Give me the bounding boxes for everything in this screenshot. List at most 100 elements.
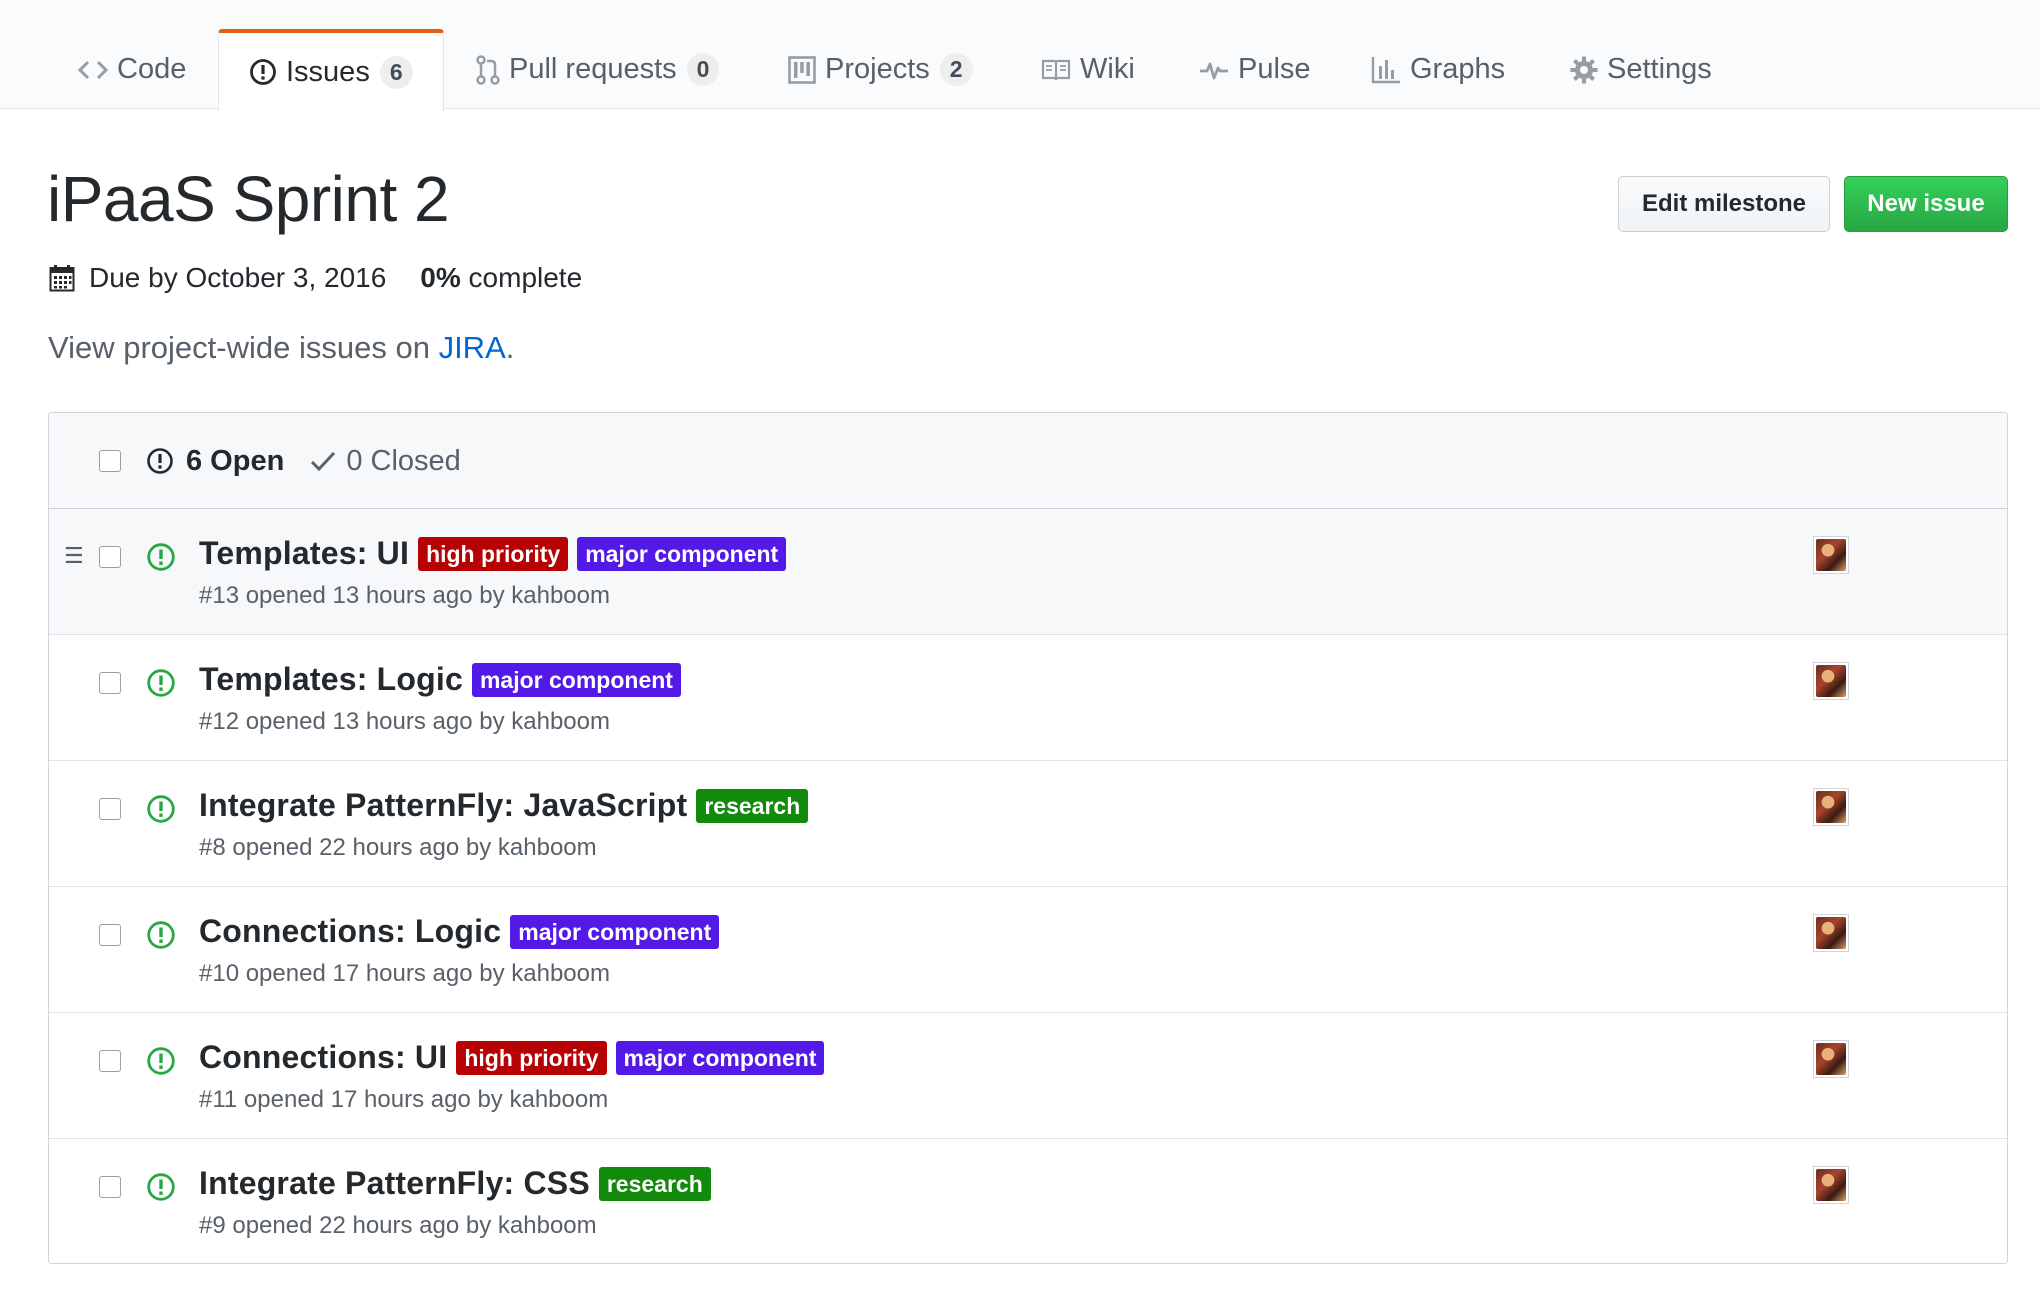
issue-meta: #9 opened 22 hours ago by kahboom (199, 1212, 597, 1239)
issue-meta: #10 opened 17 hours ago by kahboom (199, 960, 610, 987)
issue-opened-icon (147, 543, 175, 571)
tab-issues[interactable]: Issues 6 (218, 29, 444, 111)
issue-opened-icon (147, 669, 175, 697)
tab-label: Pulse (1238, 53, 1311, 85)
issue-row[interactable]: Integrate PatternFly: CSS research #9 open… (49, 1139, 2007, 1263)
issue-row[interactable]: ☰ Templates: UI high priority major compone… (49, 509, 2007, 635)
calendar-icon (49, 264, 75, 292)
issue-row[interactable]: Integrate PatternFly: JavaScript research… (49, 761, 2007, 887)
tab-label: Pull requests (509, 53, 677, 85)
issue-title-link[interactable]: Connections: UI (199, 1039, 447, 1076)
issue-opened-icon (147, 795, 175, 823)
jira-link[interactable]: JIRA (439, 330, 506, 365)
issue-label-major[interactable]: major component (577, 536, 787, 571)
tab-label: Projects (825, 53, 930, 85)
milestone-description: View project-wide issues on JIRA. (48, 330, 514, 366)
issue-checkbox[interactable] (99, 1050, 121, 1072)
milestone-percent: 0% (420, 262, 461, 293)
repo-nav-tabs: Code Issues 6 Pull requests 0 Projects 2… (0, 0, 2040, 111)
tab-label: Issues (286, 55, 370, 88)
issue-label-major[interactable]: major component (471, 662, 681, 697)
tab-code[interactable]: Code (78, 29, 186, 110)
avatar-image (1816, 539, 1846, 571)
issue-opened-icon (147, 921, 175, 949)
issue-label-high[interactable]: high priority (418, 536, 569, 571)
assignee-avatar[interactable] (1813, 662, 1849, 700)
milestone-meta: Due by October 3, 2016 0% complete (49, 262, 582, 294)
milestone-due-date: Due by October 3, 2016 (89, 262, 387, 293)
tab-wiki[interactable]: Wiki (1041, 29, 1135, 110)
projects-counter: 2 (939, 53, 973, 86)
issue-title-line: Integrate PatternFly: JavaScript research (199, 787, 809, 824)
issue-opened-icon (249, 58, 277, 86)
issue-title-link[interactable]: Templates: UI (199, 535, 409, 572)
issue-opened-icon (147, 1047, 175, 1075)
open-count-label: 6 Open (186, 444, 285, 477)
graph-icon (1371, 56, 1401, 84)
avatar-image (1816, 1043, 1846, 1075)
project-icon (788, 55, 816, 84)
closed-issues-filter[interactable]: 0 Closed (310, 444, 461, 478)
issue-checkbox[interactable] (99, 924, 121, 946)
issue-title-line: Connections: Logic major component (199, 913, 720, 950)
issue-checkbox[interactable] (99, 672, 121, 694)
tab-pull-requests[interactable]: Pull requests 0 (476, 29, 720, 110)
description-text: View project-wide issues on (48, 330, 439, 365)
code-icon (78, 58, 108, 82)
issue-label-high[interactable]: high priority (456, 1040, 607, 1075)
new-issue-button[interactable]: New issue (1844, 176, 2008, 232)
open-issues-filter[interactable]: 6 Open (146, 445, 284, 478)
issues-list-header: 6 Open 0 Closed (49, 413, 2007, 509)
avatar-image (1816, 917, 1846, 949)
issue-title-line: Connections: UI high priority major compon… (199, 1039, 825, 1076)
assignee-avatar[interactable] (1813, 914, 1849, 952)
tab-label: Wiki (1080, 53, 1135, 85)
issue-checkbox[interactable] (99, 798, 121, 820)
issue-label-research[interactable]: research (598, 1166, 711, 1201)
issue-checkbox[interactable] (99, 1176, 121, 1198)
closed-count-label: 0 Closed (346, 444, 461, 477)
issue-label-research[interactable]: research (696, 788, 809, 823)
tab-graphs[interactable]: Graphs (1371, 29, 1505, 110)
assignee-avatar[interactable] (1813, 1166, 1849, 1204)
issue-meta: #11 opened 17 hours ago by kahboom (199, 1086, 609, 1113)
issue-meta: #8 opened 22 hours ago by kahboom (199, 834, 597, 861)
tab-settings[interactable]: Settings (1570, 29, 1712, 110)
issue-title-link[interactable]: Integrate PatternFly: JavaScript (199, 787, 687, 824)
pull-requests-counter: 0 (686, 53, 720, 86)
edit-milestone-button[interactable]: Edit milestone (1618, 176, 1830, 232)
assignee-avatar[interactable] (1813, 788, 1849, 826)
tab-pulse[interactable]: Pulse (1199, 29, 1311, 110)
issue-meta: #13 opened 13 hours ago by kahboom (199, 582, 610, 609)
select-all-checkbox[interactable] (99, 450, 121, 472)
assignee-avatar[interactable] (1813, 1040, 1849, 1078)
assignee-avatar[interactable] (1813, 536, 1849, 574)
issues-counter: 6 (379, 55, 413, 89)
issues-list: 6 Open 0 Closed ☰ Templates: UI high prior… (48, 412, 2008, 1264)
issue-row[interactable]: Connections: UI high priority major compon… (49, 1013, 2007, 1139)
issue-title-link[interactable]: Templates: Logic (199, 661, 463, 698)
drag-handle-icon[interactable]: ☰ (64, 543, 84, 569)
issue-checkbox[interactable] (99, 546, 121, 568)
issue-label-major[interactable]: major component (510, 914, 720, 949)
issue-row[interactable]: Connections: Logic major component #10 ope… (49, 887, 2007, 1013)
description-suffix: . (505, 330, 515, 365)
pulse-icon (1199, 58, 1229, 82)
issue-title-line: Templates: UI high priority major componen… (199, 535, 787, 572)
avatar-image (1816, 665, 1846, 697)
check-icon (311, 451, 336, 472)
tab-label: Graphs (1410, 53, 1506, 85)
git-pull-request-icon (476, 54, 500, 85)
avatar-image (1816, 1169, 1846, 1201)
issue-title-line: Integrate PatternFly: CSS research (199, 1165, 711, 1202)
issue-title-link[interactable]: Integrate PatternFly: CSS (199, 1165, 590, 1202)
issue-meta: #12 opened 13 hours ago by kahboom (199, 708, 610, 735)
milestone-percent-suffix: complete (468, 262, 583, 293)
issue-opened-icon (147, 1173, 175, 1201)
tab-projects[interactable]: Projects 2 (788, 29, 973, 110)
issue-title-link[interactable]: Connections: Logic (199, 913, 501, 950)
issue-title-line: Templates: Logic major component (199, 661, 681, 698)
issue-row[interactable]: Templates: Logic major component #12 opene… (49, 635, 2007, 761)
issue-label-major[interactable]: major component (615, 1040, 825, 1075)
milestone-progress: 0% complete (420, 262, 582, 294)
